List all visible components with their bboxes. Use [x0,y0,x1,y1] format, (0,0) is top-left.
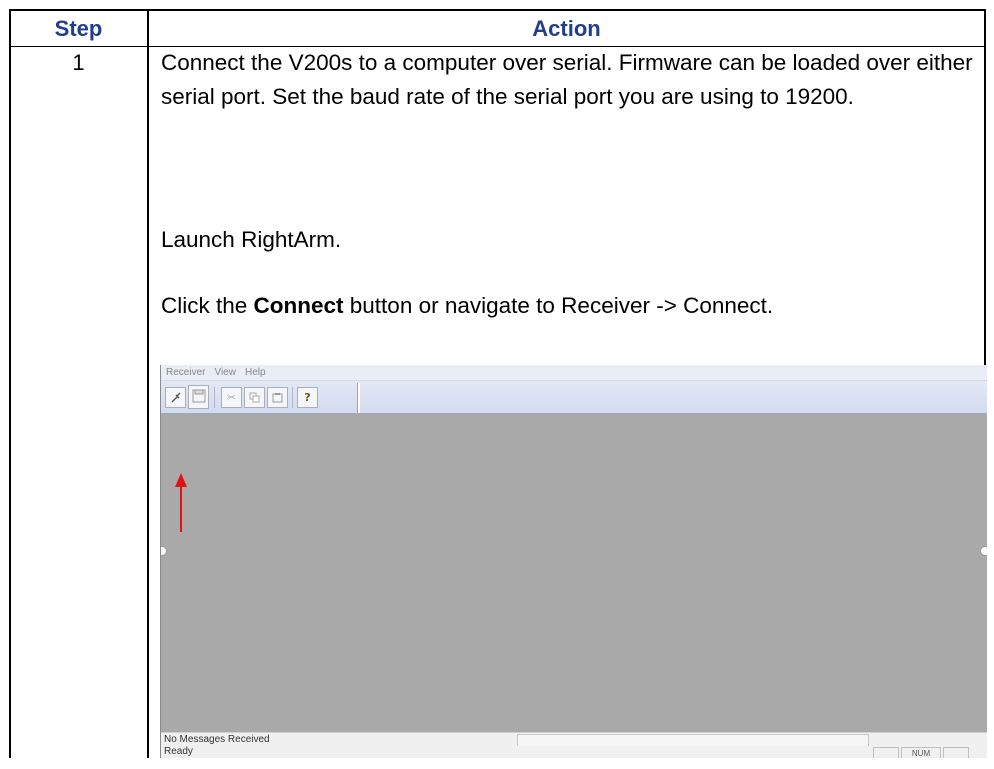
instruction-connect-serial: Connect the V200s to a computer over ser… [161,50,973,109]
connect-emphasis: Connect [253,293,344,318]
red-arrow-indicator [180,484,182,532]
table-left-border [9,9,11,758]
column-divider [147,9,149,758]
save-icon[interactable] [188,385,209,409]
resize-handle-right [980,546,987,556]
menu-view[interactable]: View [214,367,236,378]
copy-glyph-icon [249,392,260,403]
help-icon[interactable]: ? [297,387,318,408]
copy-icon[interactable] [244,387,265,408]
status-indicator-blank [873,747,899,758]
clipboard-icon [272,393,283,403]
toolbar-separator [292,387,293,408]
plug-icon [171,392,180,402]
toolbar-end [357,383,360,413]
toolbar: ✂ ? [161,381,987,414]
menu-help[interactable]: Help [245,367,266,378]
toolbar-separator [214,387,215,408]
table-top-border [9,9,986,11]
paste-icon[interactable] [267,387,288,408]
status-ready: Ready [164,746,193,757]
status-bar-messages: No Messages Received [161,732,987,746]
status-indicator-blank [943,747,969,758]
floppy-icon [192,389,205,403]
workspace-area [161,414,987,732]
header-step: Step [54,15,103,41]
num-lock-indicator: NUM [901,747,941,758]
rightarm-screenshot: Receiver View Help ✂ ? No Messages Recei… [160,365,987,758]
menu-receiver[interactable]: Receiver [166,367,205,378]
menu-bar: Receiver View Help [161,365,987,381]
instruction-text-before: Click the [161,293,254,318]
header-action: Action [532,15,601,41]
status-field [517,734,869,746]
resize-handle-left [161,546,167,556]
connect-icon[interactable] [165,387,186,408]
step-number: 1 [72,50,85,75]
status-message: No Messages Received [164,734,270,745]
instruction-text-after: button or navigate to Receiver -> Connec… [343,293,774,318]
status-bar: Ready NUM [161,746,987,758]
instruction-click-connect: Click the Connect button or navigate to … [161,289,976,323]
cut-icon[interactable]: ✂ [221,387,242,408]
instruction-launch: Launch RightArm. [161,227,342,252]
